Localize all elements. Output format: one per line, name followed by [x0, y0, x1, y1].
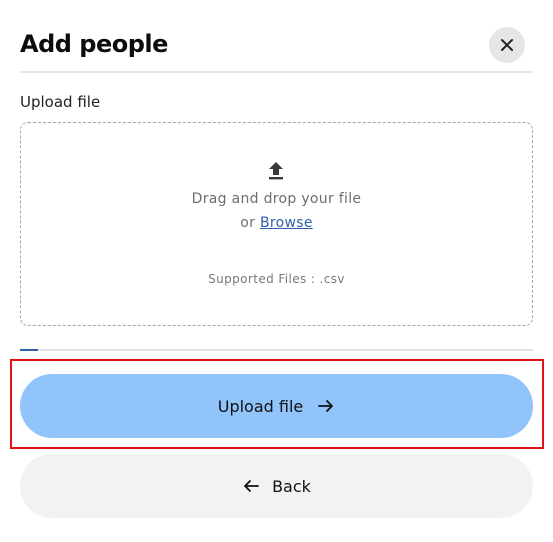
upload-progress-bar: [20, 349, 533, 351]
upload-file-button-label: Upload file: [217, 396, 304, 416]
dialog-title: Add people: [20, 30, 168, 58]
back-button-label: Back: [272, 476, 311, 496]
back-button[interactable]: Back: [20, 454, 533, 518]
file-dropzone[interactable]: Drag and drop your file or Browse Suppor…: [20, 122, 533, 326]
dialog-header: Add people: [20, 26, 533, 72]
browse-link[interactable]: Browse: [260, 215, 313, 231]
upload-progress-fill: [20, 349, 38, 351]
arrow-right-icon: [318, 400, 334, 412]
header-divider: [20, 71, 533, 73]
close-icon: [501, 39, 513, 51]
browse-line: or Browse: [21, 213, 532, 233]
close-button[interactable]: [489, 27, 525, 63]
or-text: or: [240, 215, 256, 231]
drag-drop-text: Drag and drop your file: [191, 191, 362, 207]
upload-field-label: Upload file: [20, 93, 101, 111]
upload-file-button[interactable]: Upload file: [20, 374, 533, 438]
upload-icon: [269, 162, 283, 180]
supported-files-text: Supported Files : .csv: [208, 272, 345, 286]
arrow-left-icon: [244, 480, 259, 492]
